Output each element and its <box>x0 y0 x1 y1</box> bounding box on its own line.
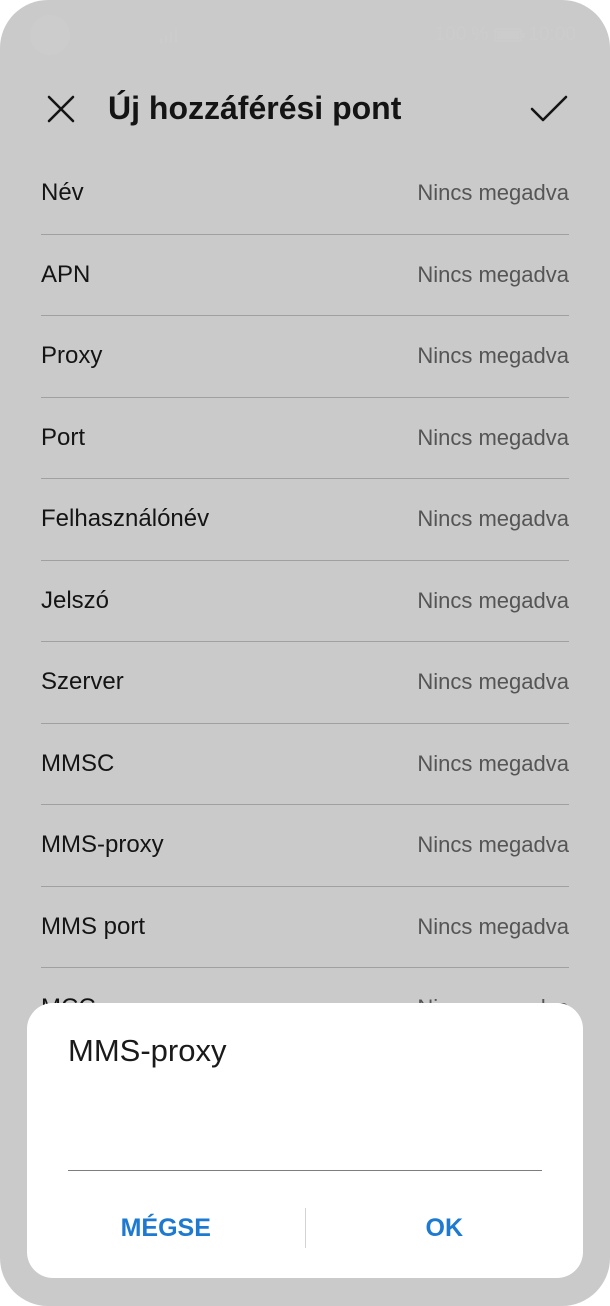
mms-proxy-input[interactable] <box>68 1106 542 1171</box>
ok-button[interactable]: OK <box>306 1208 584 1248</box>
dialog-actions: MÉGSE OK <box>27 1198 583 1258</box>
screen: 100 % 10:00 Új hozzáférési pont Név Ninc… <box>0 0 610 1306</box>
phone-frame: 100 % 10:00 Új hozzáférési pont Név Ninc… <box>0 0 610 1306</box>
cancel-button[interactable]: MÉGSE <box>27 1208 305 1248</box>
mms-proxy-dialog: MMS-proxy MÉGSE OK <box>27 1003 583 1278</box>
dialog-title: MMS-proxy <box>68 1033 227 1068</box>
